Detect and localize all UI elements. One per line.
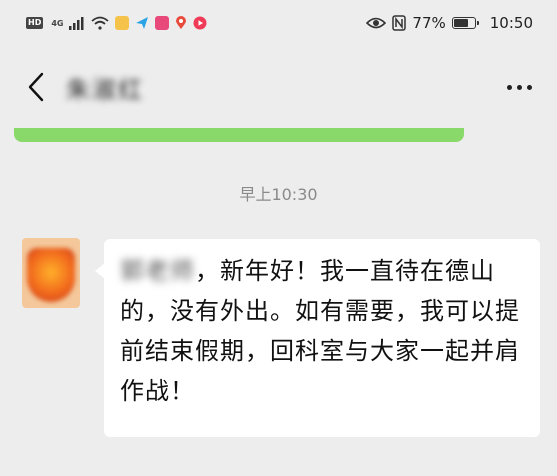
wifi-icon [91, 16, 110, 30]
status-bar: HD 4G 77% 10:50 [0, 0, 557, 46]
nfc-icon [392, 15, 407, 31]
sender-avatar[interactable] [22, 238, 80, 308]
network-type: 4G [51, 18, 64, 28]
notes-app-icon [115, 16, 130, 30]
chat-header: 朱淑红 [0, 56, 557, 118]
message-timestamp: 早上10:30 [239, 185, 318, 204]
back-button[interactable] [18, 67, 54, 107]
send-app-icon [136, 17, 149, 29]
battery-icon [451, 17, 479, 29]
video-app-icon [193, 16, 207, 30]
avatar-image [27, 248, 75, 302]
hd-badge: HD [26, 17, 44, 29]
message-mention: 郭老师 [120, 257, 195, 285]
received-message-bubble[interactable]: 郭老师，新年好！我一直待在德山的，没有外出。如有需要，我可以提前结束假期，回科室… [95, 239, 540, 437]
status-right: 77% 10:50 [366, 14, 533, 32]
calendar-app-icon [155, 16, 170, 30]
previous-sent-bubble[interactable] [14, 128, 464, 142]
more-dot-icon [526, 84, 532, 90]
status-left: HD 4G [26, 16, 207, 30]
chevron-left-icon [28, 72, 44, 102]
more-dot-icon [506, 84, 512, 90]
chat-title: 朱淑红 [66, 75, 144, 104]
eye-comfort-icon [366, 17, 387, 29]
more-dot-icon [516, 84, 522, 90]
signal-icon [69, 17, 84, 30]
location-app-icon [176, 16, 187, 29]
more-button[interactable] [499, 67, 539, 107]
status-time: 10:50 [489, 14, 533, 32]
battery-percent: 77% [412, 14, 446, 32]
